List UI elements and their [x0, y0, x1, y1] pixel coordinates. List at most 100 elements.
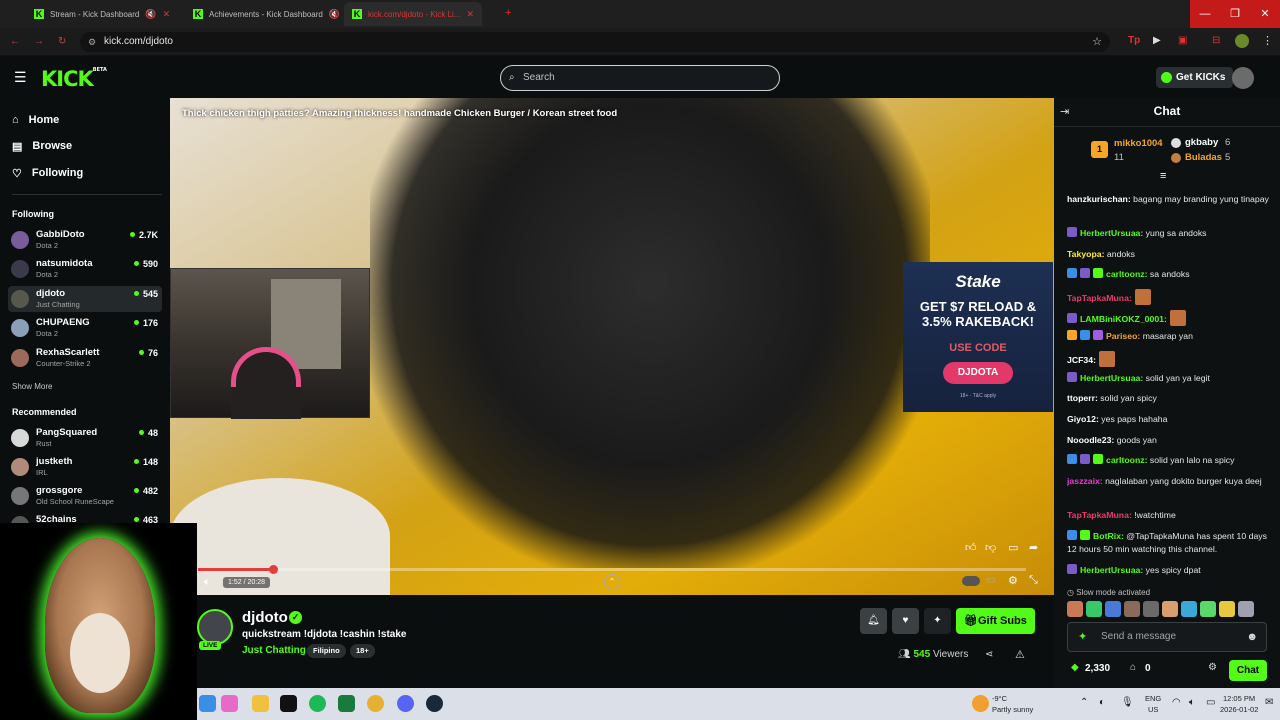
theater-mode-icon[interactable]: ▭ — [986, 575, 995, 586]
fullscreen-icon[interactable]: ⤡ — [1029, 574, 1038, 587]
battery-icon[interactable]: ▭ — [1206, 697, 1215, 708]
settings-gear-icon[interactable]: ⚙ — [1008, 574, 1018, 587]
sidebar-channel[interactable]: RexhaScarlett Counter-Strike 2 76 — [8, 345, 162, 371]
chat-username[interactable]: BotRix: — [1093, 531, 1124, 541]
share-icon[interactable]: ➦ — [1029, 541, 1038, 554]
thumbs-up-icon[interactable]: 👍︎ — [965, 541, 977, 554]
maximize-icon[interactable]: ❐ — [1220, 0, 1250, 28]
toggle-switch[interactable] — [962, 576, 980, 586]
browser-tab[interactable]: K Stream - Kick Dashboard 🔇 ✕ — [26, 2, 178, 26]
chat-username[interactable]: JCF34: — [1067, 355, 1096, 365]
extension-icon[interactable]: Tp — [1128, 35, 1140, 46]
share-icon[interactable]: ⋖ — [985, 649, 993, 660]
streamer-avatar[interactable] — [197, 609, 233, 645]
chat-settings-gear-icon[interactable]: ⚙ — [1208, 662, 1217, 673]
nav-following[interactable]: ♡ Following — [12, 165, 83, 181]
video-player[interactable]: Thick chicken thigh patties? Amazing thi… — [170, 98, 1054, 595]
back-icon[interactable]: ← — [10, 36, 20, 47]
emote-icon[interactable] — [1143, 601, 1159, 617]
microphone-icon[interactable]: 🎙︎ — [1121, 697, 1134, 708]
notification-bell-icon[interactable]: 🔔︎ — [860, 608, 887, 634]
chat-username[interactable]: Nooodle23: — [1067, 435, 1114, 445]
close-tab-icon[interactable]: ✕ — [163, 9, 171, 20]
hamburger-menu-icon[interactable]: ☰ — [14, 69, 27, 86]
sidebar-channel-selected[interactable]: djdoto Just Chatting 545 — [8, 286, 162, 312]
emote-icon[interactable] — [1067, 601, 1083, 617]
close-tab-icon[interactable]: ✕ — [466, 9, 474, 20]
chat-username[interactable]: Takyopa: — [1067, 249, 1105, 259]
tray-chevron-up-icon[interactable]: ⌃ — [1080, 697, 1088, 708]
expand-leaderboard-icon[interactable]: ≡ — [1160, 170, 1166, 182]
thumbs-down-icon[interactable]: 👎︎ — [985, 541, 996, 554]
browser-tab-active[interactable]: K kick.com/djdoto - Kick Li... ✕ — [344, 2, 483, 26]
chat-username[interactable]: hanzkurischan: — [1067, 194, 1131, 204]
edge-icon[interactable] — [199, 695, 216, 712]
stream-tag[interactable]: 18+ — [350, 644, 375, 658]
muted-audio-icon[interactable]: 🔇 — [145, 9, 156, 20]
chevron-up-icon[interactable]: ⌃ — [604, 574, 620, 590]
kick-logo[interactable]: KICKBETA — [41, 67, 107, 91]
stake-ad-banner[interactable]: Stake GET $7 RELOAD & 3.5% RAKEBACK! USE… — [903, 262, 1053, 412]
chat-username[interactable]: TapTapkaMuna: — [1067, 510, 1132, 520]
tiktok-icon[interactable] — [280, 695, 297, 712]
language-indicator[interactable]: ENG — [1145, 694, 1161, 703]
new-tab-icon[interactable]: + — [505, 7, 511, 19]
user-avatar[interactable] — [1232, 67, 1254, 89]
emote-icon[interactable] — [1162, 601, 1178, 617]
search-input[interactable]: ⌕ Search — [500, 65, 780, 91]
clock-time[interactable]: 12:05 PM — [1223, 694, 1255, 703]
bookmark-star-icon[interactable]: ☆ — [1092, 32, 1102, 52]
speaker-icon[interactable]: 🔈︎ — [1189, 697, 1195, 708]
chat-username[interactable]: TapTapkaMuna: — [1067, 293, 1132, 303]
get-kicks-button[interactable]: Get KICKs — [1156, 67, 1234, 88]
sparkle-icon[interactable]: ✦ — [1078, 623, 1087, 651]
video-progress-bar[interactable] — [198, 565, 1026, 574]
chat-username[interactable]: HerbertUrsuaa: — [1080, 565, 1143, 575]
extension-icon[interactable]: ▣ — [1178, 35, 1187, 46]
report-warning-icon[interactable]: ⚠ — [1015, 648, 1025, 661]
streamer-name[interactable]: djdoto — [242, 609, 288, 626]
minimize-icon[interactable]: — — [1190, 0, 1220, 28]
emote-icon[interactable] — [1086, 601, 1102, 617]
chat-username[interactable]: jaszzaix: — [1067, 476, 1103, 486]
file-explorer-icon[interactable] — [252, 695, 269, 712]
show-more-link[interactable]: Show More — [12, 382, 52, 391]
steam-icon[interactable] — [426, 695, 443, 712]
emote-icon[interactable] — [1124, 601, 1140, 617]
chat-username[interactable]: Giyo12: — [1067, 414, 1099, 424]
chrome-icon[interactable] — [367, 695, 384, 712]
leaderboard-name[interactable]: Buladas — [1185, 152, 1222, 163]
emote-icon[interactable] — [1200, 601, 1216, 617]
site-info-icon[interactable]: ⚙ — [88, 32, 96, 52]
sidebar-channel[interactable]: justketh IRL 148 — [8, 454, 162, 480]
app-icon[interactable] — [338, 695, 355, 712]
browser-menu-icon[interactable]: ⋮ — [1262, 34, 1273, 47]
forward-icon[interactable]: → — [34, 36, 44, 47]
chat-username[interactable]: HerbertUrsuaa: — [1080, 228, 1143, 238]
emote-icon[interactable] — [1181, 601, 1197, 617]
sidebar-channel[interactable]: PangSquared Rust 48 — [8, 425, 162, 451]
discord-icon[interactable] — [397, 695, 414, 712]
sidebar-channel[interactable]: GabbiDoto Dota 2 2.7K — [8, 227, 162, 253]
nav-home[interactable]: ⌂ Home — [12, 112, 59, 128]
follow-heart-icon[interactable]: ♥ — [892, 608, 919, 634]
close-window-icon[interactable]: ✕ — [1250, 0, 1280, 28]
nav-browse[interactable]: ▤ Browse — [12, 138, 72, 154]
profile-avatar[interactable] — [1235, 34, 1249, 48]
emote-icon[interactable] — [1238, 601, 1254, 617]
chat-username[interactable]: ttoperr: — [1067, 393, 1098, 403]
sidebar-channel[interactable]: natsumidota Dota 2 590 — [8, 256, 162, 282]
points-count[interactable]: 2,330 — [1085, 663, 1110, 674]
wifi-icon[interactable]: ◠ — [1172, 697, 1181, 708]
spotify-icon[interactable] — [309, 695, 326, 712]
address-bar[interactable]: ⚙ kick.com/djdoto ☆ — [80, 32, 1110, 52]
emote-icon[interactable] — [1105, 601, 1121, 617]
reload-icon[interactable]: ↻ — [58, 36, 66, 47]
emote-icon[interactable] — [1219, 601, 1235, 617]
copilot-icon[interactable] — [221, 695, 238, 712]
sparkle-icon[interactable]: ✦ — [924, 608, 951, 634]
muted-audio-icon[interactable]: 🔇 — [329, 9, 340, 20]
weather-icon[interactable] — [972, 695, 989, 712]
chat-username[interactable]: carltoonz: — [1106, 455, 1148, 465]
notification-icon[interactable]: ✉ — [1265, 697, 1273, 708]
